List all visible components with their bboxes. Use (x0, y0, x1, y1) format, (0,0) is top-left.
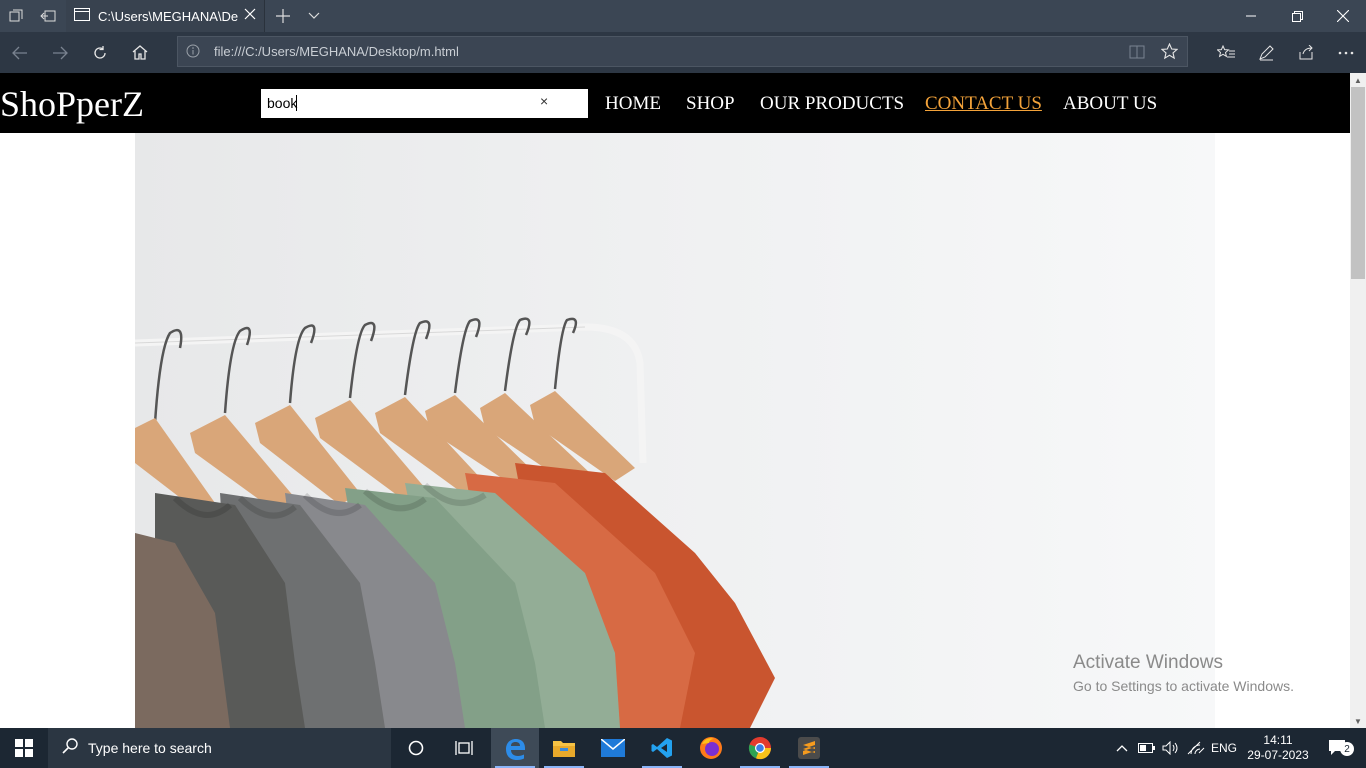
nav-shop[interactable]: SHOP (686, 93, 735, 115)
clock[interactable]: 14:11 29-07-2023 (1244, 728, 1312, 768)
clock-date: 29-07-2023 (1247, 748, 1309, 762)
vscode-icon[interactable] (638, 728, 686, 768)
new-tab-icon[interactable] (270, 0, 296, 32)
browser-toolbar: file:///C:/Users/MEGHANA/Desktop/m.html (0, 32, 1366, 73)
add-notes-pen-icon[interactable] (1246, 32, 1286, 73)
action-center-icon[interactable]: 2 (1318, 728, 1358, 768)
search-input[interactable]: book × (261, 89, 588, 118)
refresh-icon[interactable] (80, 32, 120, 73)
set-aside-tabs-icon[interactable] (32, 0, 64, 32)
scroll-up-icon[interactable]: ▲ (1350, 73, 1366, 87)
task-view-icon[interactable] (440, 728, 488, 768)
taskbar-search-placeholder[interactable]: Type here to search (88, 740, 212, 756)
nav-home[interactable]: HOME (605, 93, 661, 115)
notification-count-badge: 2 (1340, 742, 1354, 756)
page-scrollbar[interactable]: ▲ ▼ (1350, 73, 1366, 728)
info-icon[interactable] (186, 44, 200, 63)
share-icon[interactable] (1286, 32, 1326, 73)
close-tab-icon[interactable] (244, 8, 256, 23)
battery-icon[interactable] (1136, 728, 1158, 768)
mail-icon[interactable] (589, 728, 637, 768)
tab-manager-icon[interactable] (0, 0, 32, 32)
favorites-hub-icon[interactable] (1206, 32, 1246, 73)
language-indicator[interactable]: ENG (1208, 728, 1240, 768)
browser-tab[interactable]: C:\Users\MEGHANA\De (66, 0, 265, 32)
page-icon (74, 8, 90, 24)
activate-windows-watermark: Activate Windows Go to Settings to activ… (1073, 652, 1294, 694)
more-options-icon[interactable] (1326, 32, 1366, 73)
search-input-value[interactable]: book (267, 95, 297, 111)
sublime-text-icon[interactable] (785, 728, 833, 768)
nav-our-products[interactable]: OUR PRODUCTS (760, 93, 904, 115)
back-icon[interactable] (0, 32, 40, 73)
nav-about-us[interactable]: ABOUT US (1063, 93, 1157, 115)
volume-icon[interactable] (1160, 728, 1182, 768)
address-bar[interactable]: file:///C:/Users/MEGHANA/Desktop/m.html (177, 36, 1188, 67)
site-header: ShoPperZ book × HOME SHOP OUR PRODUCTS C… (0, 73, 1350, 133)
taskbar-search-box[interactable]: Type here to search (48, 728, 391, 768)
tab-preview-chevron-icon[interactable] (302, 0, 326, 32)
browser-titlebar: C:\Users\MEGHANA\De (0, 0, 1366, 32)
minimize-button[interactable] (1228, 0, 1274, 32)
close-window-button[interactable] (1320, 0, 1366, 32)
watermark-subtitle: Go to Settings to activate Windows. (1073, 678, 1294, 694)
url-text[interactable]: file:///C:/Users/MEGHANA/Desktop/m.html (214, 44, 459, 59)
reading-view-icon[interactable] (1129, 44, 1145, 65)
edge-browser-icon[interactable] (491, 728, 539, 768)
start-windows-icon[interactable] (0, 728, 48, 768)
scroll-down-icon[interactable]: ▼ (1350, 714, 1366, 728)
hero-image-clothes-rack (135, 133, 1215, 728)
web-page: ShoPperZ book × HOME SHOP OUR PRODUCTS C… (0, 73, 1350, 728)
watermark-title: Activate Windows (1073, 652, 1223, 673)
text-cursor (296, 95, 297, 111)
file-explorer-icon[interactable] (540, 728, 588, 768)
favorite-star-icon[interactable] (1160, 42, 1179, 65)
clear-search-icon[interactable]: × (540, 93, 548, 109)
search-icon (62, 737, 78, 759)
restore-button[interactable] (1274, 0, 1320, 32)
clock-time: 14:11 (1263, 733, 1293, 747)
home-icon[interactable] (120, 32, 160, 73)
network-wifi-icon[interactable] (1185, 728, 1207, 768)
show-hidden-icons-chevron-icon[interactable] (1112, 728, 1132, 768)
firefox-icon[interactable] (687, 728, 735, 768)
chrome-icon[interactable] (736, 728, 784, 768)
windows-taskbar: Type here to search ENG 14:11 29-07-2023 (0, 728, 1366, 768)
forward-icon[interactable] (40, 32, 80, 73)
scrollbar-thumb[interactable] (1351, 87, 1365, 279)
tab-title: C:\Users\MEGHANA\De (98, 8, 238, 24)
site-logo[interactable]: ShoPperZ (0, 83, 144, 125)
cortana-icon[interactable] (392, 728, 440, 768)
nav-contact-us[interactable]: CONTACT US (925, 93, 1042, 115)
